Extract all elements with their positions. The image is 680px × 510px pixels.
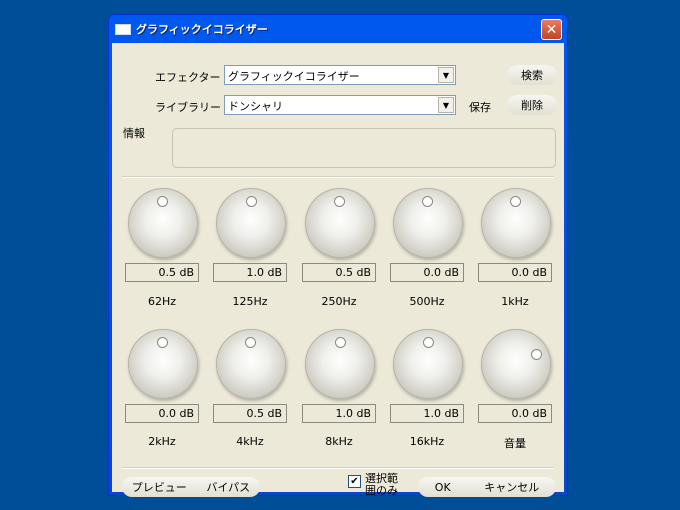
knob-volume[interactable] — [481, 329, 551, 399]
cancel-button[interactable]: キャンセル — [484, 479, 539, 495]
gain-value-4khz[interactable]: 0.5 dB — [213, 404, 287, 423]
gain-value-2khz[interactable]: 0.0 dB — [125, 404, 199, 423]
save-button[interactable]: 保存 — [469, 99, 491, 115]
ok-button[interactable]: OK — [435, 481, 451, 494]
knob-1khz[interactable] — [481, 188, 551, 258]
knob-250hz[interactable] — [305, 188, 375, 258]
knob-16khz[interactable] — [393, 329, 463, 399]
dialog-body: エフェクター グラフィックイコライザー ▼ 検索 ライブラリー ドンシャリ ▼ … — [112, 43, 564, 497]
delete-button[interactable]: 削除 — [507, 95, 557, 115]
band-label-500hz: 500Hz — [409, 295, 445, 308]
check-icon: ✔ — [350, 476, 359, 487]
gain-value-250hz[interactable]: 0.5 dB — [302, 263, 376, 282]
preview-bypass-group: プレビュー バイパス — [122, 477, 260, 497]
effecter-label: エフェクター — [155, 71, 221, 84]
knob-indicator — [422, 196, 433, 207]
knob-indicator — [334, 196, 345, 207]
library-select-value: ドンシャリ — [228, 100, 283, 113]
knob-indicator — [245, 337, 256, 348]
gain-value-volume[interactable]: 0.0 dB — [478, 404, 552, 423]
selection-only-checkbox[interactable]: ✔ — [348, 475, 361, 488]
knob-indicator — [246, 196, 257, 207]
preview-button[interactable]: プレビュー — [132, 479, 187, 495]
knob-8khz[interactable] — [305, 329, 375, 399]
equalizer-dialog: グラフィックイコライザー ✕ エフェクター グラフィックイコライザー ▼ 検索 … — [108, 14, 568, 497]
gain-value-8khz[interactable]: 1.0 dB — [302, 404, 376, 423]
band-label-16khz: 16kHz — [409, 435, 445, 448]
knob-indicator — [157, 337, 168, 348]
knob-indicator — [335, 337, 346, 348]
gain-value-125hz[interactable]: 1.0 dB — [213, 263, 287, 282]
window-app-icon — [115, 23, 131, 35]
band-label-125hz: 125Hz — [232, 295, 268, 308]
library-label: ライブラリー — [155, 101, 221, 114]
band-label-volume: 音量 — [504, 437, 526, 450]
chevron-down-icon[interactable]: ▼ — [438, 67, 454, 83]
band-label-1khz: 1kHz — [501, 295, 529, 308]
knob-indicator — [423, 337, 434, 348]
library-select[interactable]: ドンシャリ ▼ — [224, 95, 456, 115]
effecter-select-value: グラフィックイコライザー — [228, 70, 360, 83]
knob-62hz[interactable] — [128, 188, 198, 258]
knob-indicator — [510, 196, 521, 207]
bypass-button[interactable]: バイパス — [206, 479, 250, 495]
separator — [122, 467, 554, 469]
gain-value-500hz[interactable]: 0.0 dB — [390, 263, 464, 282]
search-button[interactable]: 検索 — [507, 65, 557, 85]
knob-4khz[interactable] — [216, 329, 286, 399]
band-label-4khz: 4kHz — [236, 435, 264, 448]
chevron-down-icon[interactable]: ▼ — [438, 97, 454, 113]
separator — [122, 176, 554, 178]
selection-only-label[interactable]: 選択範 囲のみ — [365, 473, 405, 497]
knob-500hz[interactable] — [393, 188, 463, 258]
info-box — [172, 128, 556, 168]
knob-2khz[interactable] — [128, 329, 198, 399]
knob-indicator — [157, 196, 168, 207]
knob-125hz[interactable] — [216, 188, 286, 258]
title-bar[interactable]: グラフィックイコライザー ✕ — [112, 15, 564, 43]
close-button[interactable]: ✕ — [541, 19, 562, 40]
info-label: 情報 — [123, 127, 145, 140]
band-label-62hz: 62Hz — [147, 295, 177, 308]
band-label-2khz: 2kHz — [148, 435, 176, 448]
knob-indicator — [531, 349, 542, 360]
gain-value-1khz[interactable]: 0.0 dB — [478, 263, 552, 282]
gain-value-62hz[interactable]: 0.5 dB — [125, 263, 199, 282]
window-title: グラフィックイコライザー — [136, 23, 268, 36]
ok-cancel-group: OK キャンセル — [418, 477, 556, 497]
band-label-250hz: 250Hz — [321, 295, 357, 308]
close-icon: ✕ — [545, 21, 558, 38]
gain-value-16khz[interactable]: 1.0 dB — [390, 404, 464, 423]
band-label-8khz: 8kHz — [325, 435, 353, 448]
effecter-select[interactable]: グラフィックイコライザー ▼ — [224, 65, 456, 85]
